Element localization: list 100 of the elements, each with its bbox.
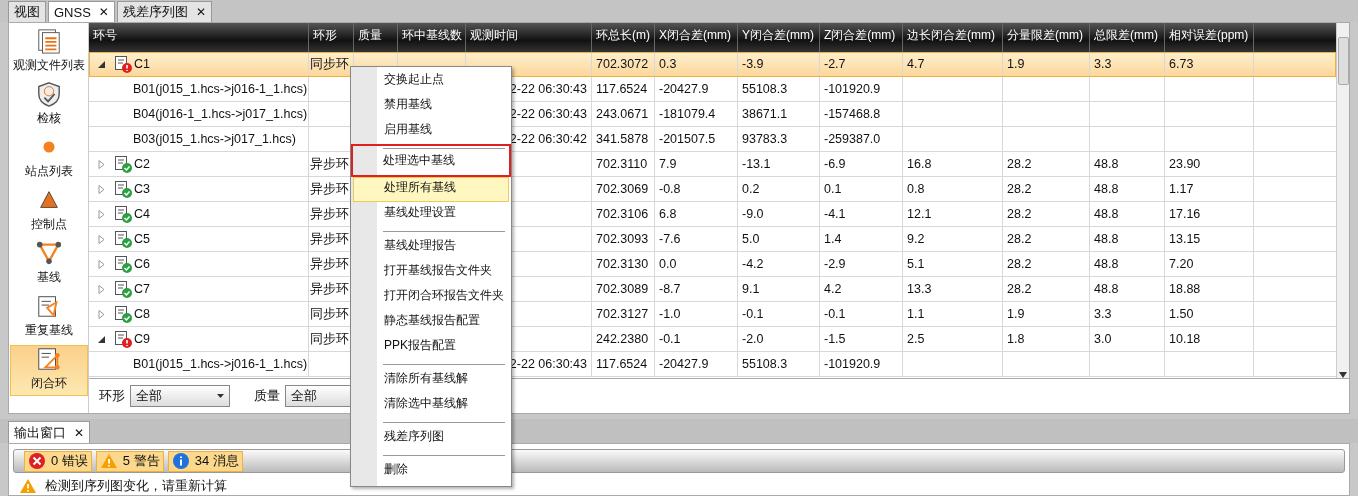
table-cell: 5.0 <box>742 232 760 246</box>
table-cell: 28.2 <box>1007 207 1032 221</box>
table-cell: 4.2 <box>824 282 842 296</box>
table-cell: B03(j015_1.hcs->j017_1.hcs) <box>133 132 296 146</box>
document-tab[interactable]: GNSS ✕ <box>48 1 115 22</box>
menu-item[interactable]: 处理选中基线 <box>351 144 511 177</box>
table-cell: 异步环 <box>310 255 349 273</box>
table-cell: 1.9 <box>1007 57 1025 71</box>
table-cell: 12.1 <box>907 207 932 221</box>
table-cell: B01(j015_1.hcs->j016-1_1.hcs) <box>133 357 308 371</box>
table-cell: -0.1 <box>659 332 681 346</box>
close-icon[interactable]: ✕ <box>74 425 85 440</box>
table-cell: 702.3093 <box>596 232 649 246</box>
table-cell: 28.2 <box>1007 257 1032 271</box>
document-check-icon <box>114 230 132 248</box>
table-cell: -2.7 <box>824 57 846 71</box>
filter-label: 环形 <box>99 387 125 405</box>
table-cell: 28.2 <box>1007 157 1032 171</box>
table-cell: 28.2 <box>1007 182 1032 196</box>
sidebar-item[interactable]: 观测文件列表 <box>9 27 88 78</box>
table-cell: C7 <box>134 282 150 296</box>
message-text: 检测到序列图变化，请重新计算 <box>45 477 227 495</box>
table-cell: 1.4 <box>824 232 842 246</box>
table-cell: -0.1 <box>742 307 764 321</box>
table-cell: 48.8 <box>1094 257 1119 271</box>
table-cell: B04(j016-1_1.hcs->j017_1.hcs) <box>133 107 308 121</box>
document-tab[interactable]: 残差序列图 ✕ <box>116 1 212 22</box>
table-cell: 3.0 <box>1094 332 1112 346</box>
table-cell: 0.8 <box>907 182 925 196</box>
document-check-icon <box>114 305 132 323</box>
table-cell: 28.2 <box>1007 282 1032 296</box>
dropdown[interactable]: 全部 <box>130 385 230 407</box>
table-cell: -9.0 <box>742 207 764 221</box>
table-cell: -4.2 <box>742 257 764 271</box>
table-cell: 同步环 <box>310 330 349 348</box>
table-cell: B01(j015_1.hcs->j016-1_1.hcs) <box>133 82 308 96</box>
table-cell: 9.1 <box>742 282 760 296</box>
table-cell: 117.6524 <box>596 82 648 96</box>
table-cell: C2 <box>134 157 150 171</box>
table-cell: 341.5878 <box>596 132 649 146</box>
table-cell: -3.9 <box>742 57 764 71</box>
close-icon[interactable]: ✕ <box>98 5 109 19</box>
sidebar-item[interactable]: 闭合环 <box>9 345 88 396</box>
sidebar-item[interactable]: 基线 <box>9 239 88 290</box>
document-check-icon <box>114 205 132 223</box>
table-cell: 243.0671 <box>596 107 649 121</box>
table-cell: 1.1 <box>907 307 925 321</box>
table-cell: 1.8 <box>1007 332 1025 346</box>
table-cell: 3.3 <box>1094 307 1112 321</box>
table-cell: 1.50 <box>1169 307 1194 321</box>
table-cell: 异步环 <box>310 155 349 173</box>
menu-item[interactable]: 处理所有基线 <box>353 177 509 202</box>
table-cell: 6.73 <box>1169 57 1194 71</box>
menu-item[interactable]: 基线处理设置 <box>353 202 509 227</box>
output-tab[interactable]: 输出窗口 ✕ <box>8 421 91 443</box>
sidebar-item[interactable]: 控制点 <box>9 186 88 237</box>
info-icon <box>171 452 190 470</box>
scrollbar[interactable] <box>1336 23 1349 378</box>
sidebar-item[interactable]: 检核 <box>9 80 88 131</box>
scroll-down-icon[interactable] <box>1339 372 1347 378</box>
table-cell: C9 <box>134 332 150 346</box>
table-cell: -20427.9 <box>659 357 709 371</box>
table-cell: 10.18 <box>1169 332 1201 346</box>
table-cell: -201507.5 <box>659 132 716 146</box>
document-tab[interactable]: 视图 <box>8 1 46 22</box>
table-cell: 7.9 <box>659 157 677 171</box>
table-cell: 0.2 <box>742 182 760 196</box>
table-cell: 702.3072 <box>596 57 649 71</box>
table-cell: -1.0 <box>659 307 681 321</box>
table-cell: 702.3089 <box>596 282 649 296</box>
table-cell: 异步环 <box>310 280 349 298</box>
table-cell: 9.2 <box>907 232 925 246</box>
table-cell: -101920.9 <box>824 357 881 371</box>
table-cell: C8 <box>134 307 150 321</box>
expander-icon[interactable] <box>97 59 106 69</box>
message-filter-button[interactable]: 34 消息 <box>167 450 243 472</box>
table-cell: -4.1 <box>824 207 846 221</box>
table-cell: 702.3130 <box>596 257 649 271</box>
table-cell: 702.3069 <box>596 182 649 196</box>
sidebar-item[interactable]: 站点列表 <box>9 133 88 184</box>
table-cell: 同步环 <box>310 55 349 73</box>
table-cell: 1.17 <box>1169 182 1194 196</box>
table-cell: -157468.8 <box>824 107 881 121</box>
menu-item[interactable]: 残差序列图 <box>353 426 509 451</box>
table-cell: -2.0 <box>742 332 764 346</box>
message-filter-button[interactable]: 5 警告 <box>95 450 164 472</box>
message-filter-button[interactable]: 0 错误 <box>24 450 92 472</box>
table-cell: 242.2380 <box>596 332 649 346</box>
table-cell: 18.88 <box>1169 282 1201 296</box>
table-cell: 0.3 <box>659 57 677 71</box>
table-cell: C4 <box>134 207 150 221</box>
expander-icon[interactable] <box>97 334 106 344</box>
scroll-thumb[interactable] <box>1337 37 1349 85</box>
table-cell: 17.16 <box>1169 207 1201 221</box>
triangle-network-icon <box>34 240 63 266</box>
document-error-icon <box>114 55 132 73</box>
close-icon[interactable]: ✕ <box>195 5 206 19</box>
table-cell: 48.8 <box>1094 232 1119 246</box>
menu-item[interactable]: 删除 <box>353 459 509 484</box>
sidebar-item[interactable]: 重复基线 <box>9 292 88 343</box>
